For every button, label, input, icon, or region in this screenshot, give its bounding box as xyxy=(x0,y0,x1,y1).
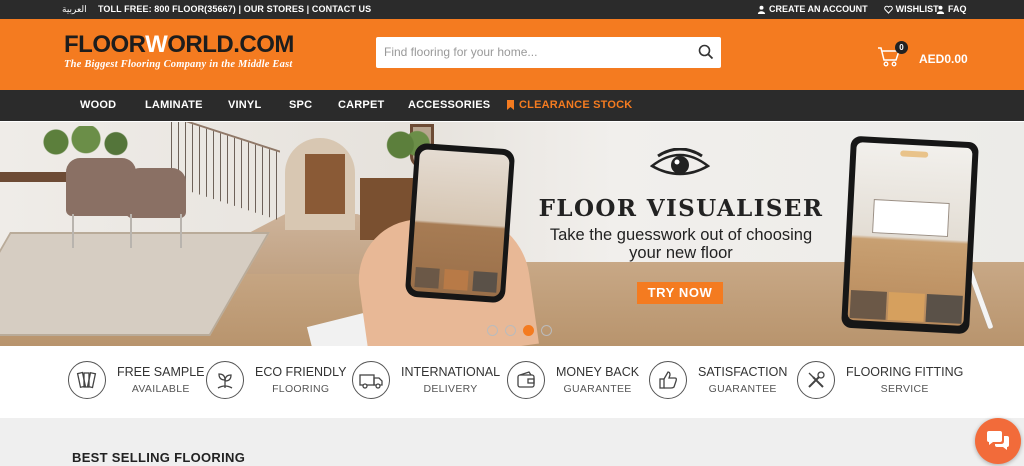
live-chat-button[interactable] xyxy=(975,418,1021,464)
nav-item-carpet[interactable]: CARPET xyxy=(338,99,384,111)
feature-eco-friendly[interactable]: ECO FRIENDLY FLOORING xyxy=(206,361,346,399)
feature-free-sample[interactable]: FREE SAMPLE AVAILABLE xyxy=(68,361,205,399)
language-switch-link[interactable]: العربية xyxy=(62,4,87,15)
phone-screen xyxy=(410,149,510,297)
user-icon xyxy=(757,5,766,14)
feature-money-back[interactable]: MONEY BACK GUARANTEE xyxy=(507,361,639,399)
feature-title: FREE SAMPLE xyxy=(117,365,205,379)
floor-swatch xyxy=(887,291,925,322)
wallet-icon xyxy=(507,361,545,399)
faq-label: FAQ xyxy=(948,4,967,14)
search-box xyxy=(376,37,721,68)
slider-dots xyxy=(487,325,552,336)
delivery-truck-icon xyxy=(352,361,390,399)
feature-international-delivery[interactable]: INTERNATIONAL DELIVERY xyxy=(352,361,500,399)
search-icon[interactable] xyxy=(697,43,715,61)
best-selling-section: BEST SELLING FLOORING xyxy=(0,418,1024,466)
separator: | xyxy=(304,4,312,14)
tools-icon xyxy=(797,361,835,399)
heart-icon xyxy=(883,5,893,14)
hero-title: FLOOR VISUALISER xyxy=(538,195,824,222)
nav-item-spc[interactable]: SPC xyxy=(289,99,312,111)
chair-leg xyxy=(72,214,74,248)
clearance-label: CLEARANCE STOCK xyxy=(519,99,633,111)
logo-tagline: The Biggest Flooring Company in the Midd… xyxy=(64,59,293,70)
site-logo[interactable]: FLOORWORLD.COM The Biggest Flooring Comp… xyxy=(64,33,294,71)
chair-leg xyxy=(180,214,182,248)
nav-item-laminate[interactable]: LAMINATE xyxy=(145,99,203,111)
floor-swatch xyxy=(414,267,440,289)
feature-title: INTERNATIONAL xyxy=(401,365,501,379)
slider-dot-active[interactable] xyxy=(523,325,534,336)
tablet-mockup xyxy=(841,135,979,335)
floor-swatch xyxy=(472,271,498,293)
feature-title: SATISFACTION xyxy=(698,365,788,379)
feature-fitting-service[interactable]: FLOORING FITTING SERVICE xyxy=(797,361,963,399)
floor-swatch xyxy=(443,269,469,291)
our-stores-link[interactable]: OUR STORES xyxy=(244,4,304,14)
tablet-bed xyxy=(872,199,950,237)
chat-bubble-icon xyxy=(987,431,1009,450)
feature-subtitle: DELIVERY xyxy=(423,383,478,395)
bookmark-icon xyxy=(507,100,514,110)
slider-dot[interactable] xyxy=(541,325,552,336)
top-bar: العربية TOLL FREE: 800 FLOOR(35667) | OU… xyxy=(0,0,1024,19)
hero-chair xyxy=(126,168,186,218)
hero-subtitle-line2: your new floor xyxy=(629,244,733,262)
try-now-button[interactable]: TRY NOW xyxy=(637,282,723,304)
feature-subtitle: FLOORING xyxy=(272,383,330,395)
toll-free-number[interactable]: TOLL FREE: 800 FLOOR(35667) xyxy=(98,4,236,14)
logo-w: W xyxy=(145,31,168,58)
eye-icon xyxy=(650,148,710,176)
slider-dot[interactable] xyxy=(505,325,516,336)
floor-swatch xyxy=(925,293,963,324)
sample-swatch-icon xyxy=(68,361,106,399)
eco-plant-icon xyxy=(206,361,244,399)
hero-subtitle-line1: Take the guesswork out of choosing xyxy=(549,226,813,244)
wishlist-link[interactable]: WISHLIST xyxy=(883,4,939,14)
separator: | xyxy=(235,4,244,14)
hero-plant xyxy=(20,126,140,158)
feature-title: MONEY BACK xyxy=(556,365,640,379)
cart-total[interactable]: AED0.00 xyxy=(919,52,968,66)
nav-item-wood[interactable]: WOOD xyxy=(80,99,116,111)
nav-item-clearance[interactable]: CLEARANCE STOCK xyxy=(506,99,632,111)
main-nav: WOOD LAMINATE VINYL SPC CARPET ACCESSORI… xyxy=(0,90,1024,121)
account-links: CREATE AN ACCOUNT WISHLIST xyxy=(757,4,939,14)
slider-dot[interactable] xyxy=(487,325,498,336)
site-header: FLOORWORLD.COM The Biggest Flooring Comp… xyxy=(0,19,1024,90)
contact-info: TOLL FREE: 800 FLOOR(35667) | OUR STORES… xyxy=(98,4,371,14)
cart-count-badge: 0 xyxy=(895,41,908,54)
logo-wordmark: FLOORWORLD.COM xyxy=(64,33,294,57)
feature-subtitle: GUARANTEE xyxy=(563,383,632,395)
logo-part1: FLOOR xyxy=(64,31,146,58)
floor-swatch xyxy=(849,289,887,320)
create-account-label: CREATE AN ACCOUNT xyxy=(769,4,868,14)
feature-subtitle: SERVICE xyxy=(880,383,929,395)
features-strip: FREE SAMPLE AVAILABLE ECO FRIENDLY FLOORIN… xyxy=(0,346,1024,418)
nav-item-accessories[interactable]: ACCESSORIES xyxy=(408,99,490,111)
hero-banner[interactable]: FLOOR VISUALISER Take the guesswork out … xyxy=(0,122,1024,346)
logo-part2: ORLD.COM xyxy=(167,31,294,58)
contact-us-link[interactable]: CONTACT US xyxy=(312,4,371,14)
feature-subtitle: GUARANTEE xyxy=(708,383,777,395)
chair-leg xyxy=(130,214,132,248)
feature-satisfaction[interactable]: SATISFACTION GUARANTEE xyxy=(649,361,787,399)
nav-item-vinyl[interactable]: VINYL xyxy=(228,99,261,111)
thumbs-up-icon xyxy=(649,361,687,399)
faq-link[interactable]: FAQ xyxy=(936,4,967,14)
feature-subtitle: AVAILABLE xyxy=(131,383,190,395)
create-account-link[interactable]: CREATE AN ACCOUNT xyxy=(757,4,868,14)
hero-door xyxy=(305,154,345,214)
phone-mockup xyxy=(404,142,516,304)
user-icon xyxy=(936,5,945,14)
wishlist-label: WISHLIST xyxy=(895,4,939,14)
search-input[interactable] xyxy=(384,45,684,59)
tablet-lamp xyxy=(900,150,929,158)
section-title: BEST SELLING FLOORING xyxy=(72,450,246,465)
feature-title: FLOORING FITTING xyxy=(846,365,964,379)
feature-title: ECO FRIENDLY xyxy=(255,365,347,379)
tablet-screen xyxy=(847,142,973,326)
